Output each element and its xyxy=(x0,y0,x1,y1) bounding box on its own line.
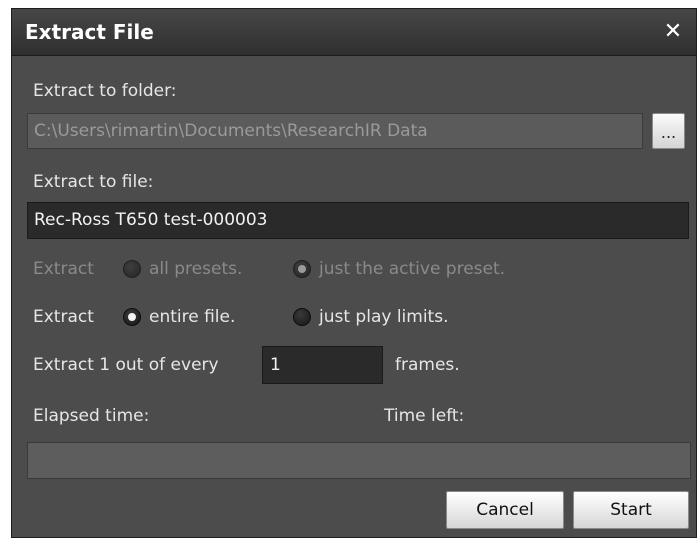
frames-suffix-label: frames. xyxy=(395,355,460,375)
extract-presets-label: Extract xyxy=(33,259,94,279)
play-limits-radio[interactable] xyxy=(293,308,311,326)
cancel-button[interactable]: Cancel xyxy=(446,491,564,529)
entire-file-label: entire file. xyxy=(149,307,236,327)
frames-prefix-label: Extract 1 out of every xyxy=(33,355,219,375)
extract-range-label: Extract xyxy=(33,307,94,327)
elapsed-time-label: Elapsed time: xyxy=(33,406,150,426)
dialog-title: Extract File xyxy=(25,20,154,44)
time-left-label: Time left: xyxy=(384,406,465,426)
play-limits-label: just play limits. xyxy=(319,307,449,327)
entire-file-radio[interactable] xyxy=(123,308,141,326)
close-icon[interactable]: ✕ xyxy=(658,17,688,47)
title-bar: Extract File ✕ xyxy=(12,9,696,56)
extract-file-dialog: Extract File ✕ Extract to folder: C:\Use… xyxy=(11,8,697,538)
all-presets-label: all presets. xyxy=(149,259,243,279)
extract-to-folder-label: Extract to folder: xyxy=(33,81,177,101)
start-button[interactable]: Start xyxy=(573,491,689,529)
file-name-field[interactable]: Rec-Ross T650 test-000003 xyxy=(27,202,689,239)
active-preset-label: just the active preset. xyxy=(319,259,506,279)
active-preset-radio[interactable] xyxy=(293,260,311,278)
folder-path-field[interactable]: C:\Users\rimartin\Documents\ResearchIR D… xyxy=(27,113,643,149)
all-presets-radio[interactable] xyxy=(123,260,141,278)
frame-interval-input[interactable]: 1 xyxy=(262,346,383,384)
browse-folder-button[interactable]: ... xyxy=(652,113,685,149)
extract-progress-bar xyxy=(27,442,691,479)
extract-to-file-label: Extract to file: xyxy=(33,172,154,192)
